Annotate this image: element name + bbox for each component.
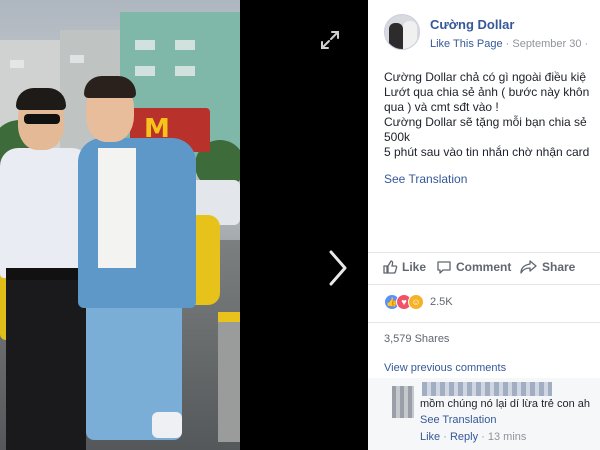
photo-window bbox=[135, 66, 155, 76]
post-text-line: Cường Dollar chả có gì ngoài điều kiệ bbox=[384, 70, 587, 84]
comment-button-label: Comment bbox=[456, 260, 512, 274]
photo-person bbox=[98, 148, 136, 268]
post-text-line: qua ) và cmt sđt vào ! bbox=[384, 100, 499, 114]
post-header: Cường Dollar Like This Page · September … bbox=[368, 0, 600, 62]
like-page-link[interactable]: Like This Page bbox=[430, 38, 503, 50]
expand-icon[interactable] bbox=[318, 28, 342, 52]
photo-person bbox=[84, 76, 136, 98]
post-photo[interactable]: M bbox=[0, 0, 240, 450]
viewer-backdrop bbox=[240, 0, 368, 450]
chevron-right-icon[interactable] bbox=[326, 248, 350, 288]
comment-meta: Like · Reply · 13 mins bbox=[420, 431, 526, 443]
photo-window bbox=[70, 55, 84, 63]
page-name-link[interactable]: Cường Dollar bbox=[430, 17, 514, 32]
photo-window bbox=[175, 40, 195, 50]
page-avatar[interactable] bbox=[384, 14, 420, 50]
photo-window bbox=[135, 40, 155, 50]
view-previous-comments-link[interactable]: View previous comments bbox=[384, 362, 506, 374]
post-actions-bar: Like Comment Share bbox=[368, 252, 600, 282]
comment-meta-separator: · bbox=[478, 431, 488, 443]
photo-bollard bbox=[218, 312, 240, 442]
post-text-line: Lướt qua chia sẻ ảnh ( bước này khôn bbox=[384, 85, 590, 99]
see-translation-link[interactable]: See Translation bbox=[384, 172, 467, 186]
comment-meta-separator: · bbox=[440, 431, 450, 443]
photo-person bbox=[152, 412, 182, 438]
comment-see-translation-link[interactable]: See Translation bbox=[420, 414, 496, 426]
shares-count[interactable]: 3,579 Shares bbox=[384, 333, 449, 345]
photo-person bbox=[16, 88, 66, 110]
comment-text: mồm chúng nó lại dí lừa trẻ con ah bbox=[420, 398, 591, 410]
meta-separator: · bbox=[581, 38, 589, 50]
comment-button[interactable]: Comment bbox=[436, 259, 511, 275]
post-text: Cường Dollar chả có gì ngoài điều kiệ Lư… bbox=[384, 70, 600, 160]
comment-time[interactable]: 13 mins bbox=[488, 431, 527, 443]
photo-window bbox=[10, 60, 24, 68]
post-text-line: Cường Dollar sẽ tặng mỗi bạn chia sẻ bbox=[384, 115, 587, 129]
like-button[interactable]: Like bbox=[382, 259, 426, 275]
thumbs-up-icon bbox=[383, 260, 398, 274]
commenter-name-blurred[interactable] bbox=[422, 382, 552, 396]
photo-person bbox=[78, 138, 196, 308]
post-meta: Like This Page · September 30 · bbox=[430, 38, 588, 50]
share-button-label: Share bbox=[542, 260, 576, 274]
commenter-avatar[interactable] bbox=[392, 386, 414, 418]
comment-icon bbox=[437, 261, 451, 274]
share-icon bbox=[520, 260, 537, 274]
shares-row: 3,579 Shares bbox=[368, 322, 600, 354]
photo-person bbox=[6, 278, 86, 450]
post-panel: Cường Dollar Like This Page · September … bbox=[368, 0, 600, 450]
photo-person bbox=[24, 114, 60, 124]
haha-icon: ☺ bbox=[408, 294, 424, 310]
like-button-label: Like bbox=[402, 260, 427, 274]
photo-person bbox=[6, 268, 86, 280]
post-text-line: 500k bbox=[384, 130, 411, 144]
reactions-summary[interactable]: 👍 ♥ ☺ 2.5K bbox=[368, 284, 600, 322]
post-date[interactable]: September 30 bbox=[512, 38, 581, 50]
photo-person bbox=[0, 148, 90, 278]
share-button[interactable]: Share bbox=[520, 259, 575, 275]
meta-separator: · bbox=[502, 38, 513, 50]
post-text-line: 5 phút sau vào tin nhắn chờ nhận card bbox=[384, 145, 590, 159]
comment-like-link[interactable]: Like bbox=[420, 431, 440, 443]
photo-window bbox=[175, 66, 195, 76]
comment-reply-link[interactable]: Reply bbox=[450, 431, 478, 443]
reactions-count[interactable]: 2.5K bbox=[430, 296, 453, 308]
comment-item: mồm chúng nó lại dí lừa trẻ con ah See T… bbox=[368, 378, 600, 450]
